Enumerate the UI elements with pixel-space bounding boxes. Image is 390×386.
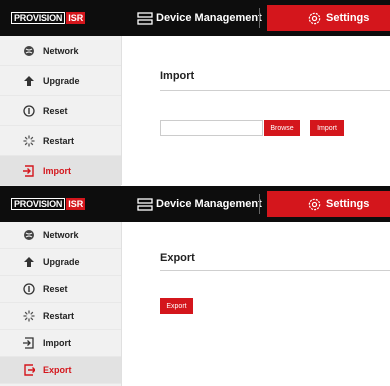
top-navigation-bar: PROVISION ISR Device Management Settings	[0, 0, 390, 36]
import-icon	[23, 337, 35, 349]
sidebar-item-restart[interactable]: Restart	[0, 126, 121, 156]
arrow-up-icon	[23, 256, 35, 268]
spinner-icon	[23, 134, 35, 147]
spinner-icon	[23, 310, 35, 322]
globe-icon	[23, 229, 35, 241]
sidebar-item-reset[interactable]: Reset	[0, 96, 121, 126]
export-panel: PROVISION ISR Device Management Settings…	[0, 186, 390, 386]
sidebar-item-export[interactable]: Export	[0, 357, 121, 384]
reset-icon	[23, 283, 35, 295]
page-title: Export	[160, 252, 195, 264]
logo-suffix: ISR	[66, 12, 86, 24]
title-divider	[160, 270, 390, 271]
nav-settings[interactable]: Settings	[267, 191, 390, 217]
sidebar-item-upgrade[interactable]: Upgrade	[0, 66, 121, 96]
browse-button[interactable]: Browse	[264, 120, 300, 136]
sidebar-item-network[interactable]: Network	[0, 222, 121, 249]
brand-logo[interactable]: PROVISION ISR	[11, 197, 86, 211]
sidebar-item-network[interactable]: Network	[0, 36, 121, 66]
settings-sidebar: Network Upgrade Reset Restart Import	[0, 36, 122, 186]
sidebar-item-label: Network	[43, 45, 79, 56]
nav-device-management[interactable]: Device Management	[137, 8, 262, 28]
nav-settings[interactable]: Settings	[267, 5, 390, 31]
arrow-up-icon	[23, 75, 35, 87]
nav-device-management-label: Device Management	[156, 198, 262, 210]
device-management-icon	[137, 11, 153, 25]
import-icon	[23, 164, 35, 177]
reset-icon	[23, 104, 35, 117]
gear-icon	[308, 12, 321, 24]
sidebar-item-label: Export	[43, 365, 72, 375]
sidebar-item-label: Import	[43, 165, 71, 176]
sidebar-item-label: Import	[43, 338, 71, 348]
device-management-icon	[137, 197, 153, 211]
sidebar-item-reset[interactable]: Reset	[0, 276, 121, 303]
export-button[interactable]: Export	[160, 298, 193, 314]
sidebar-item-import[interactable]: Import	[0, 330, 121, 357]
nav-device-management-label: Device Management	[156, 12, 262, 24]
page-title: Import	[160, 70, 195, 82]
nav-settings-label: Settings	[326, 198, 370, 210]
logo-text: PROVISION	[11, 198, 66, 210]
sidebar-item-label: Upgrade	[43, 257, 80, 267]
logo-suffix: ISR	[66, 198, 86, 210]
logo-text: PROVISION	[11, 12, 66, 24]
sidebar-item-label: Restart	[43, 135, 75, 146]
sidebar-item-label: Reset	[43, 105, 68, 116]
sidebar-item-label: Restart	[43, 311, 75, 321]
import-button[interactable]: Import	[310, 120, 344, 136]
import-content: Import Browse Import	[122, 36, 390, 185]
file-path-input[interactable]	[160, 120, 263, 136]
nav-separator	[259, 8, 260, 28]
nav-device-management[interactable]: Device Management	[137, 194, 262, 214]
sidebar-item-label: Upgrade	[43, 75, 80, 86]
gear-icon	[308, 198, 321, 210]
sidebar-item-upgrade[interactable]: Upgrade	[0, 249, 121, 276]
export-content: Export Export	[122, 222, 390, 386]
sidebar-item-label: Network	[43, 230, 79, 240]
sidebar-item-import[interactable]: Import	[0, 156, 121, 186]
export-icon	[23, 364, 35, 376]
nav-settings-label: Settings	[326, 12, 370, 24]
settings-sidebar: Network Upgrade Reset Restart Import	[0, 222, 122, 386]
title-divider	[160, 90, 390, 91]
import-panel: PROVISION ISR Device Management Settings…	[0, 0, 390, 186]
brand-logo[interactable]: PROVISION ISR	[11, 11, 86, 25]
sidebar-item-label: Reset	[43, 284, 68, 294]
nav-separator	[259, 194, 260, 214]
top-navigation-bar: PROVISION ISR Device Management Settings	[0, 186, 390, 222]
sidebar-item-restart[interactable]: Restart	[0, 303, 121, 330]
globe-icon	[23, 45, 35, 57]
